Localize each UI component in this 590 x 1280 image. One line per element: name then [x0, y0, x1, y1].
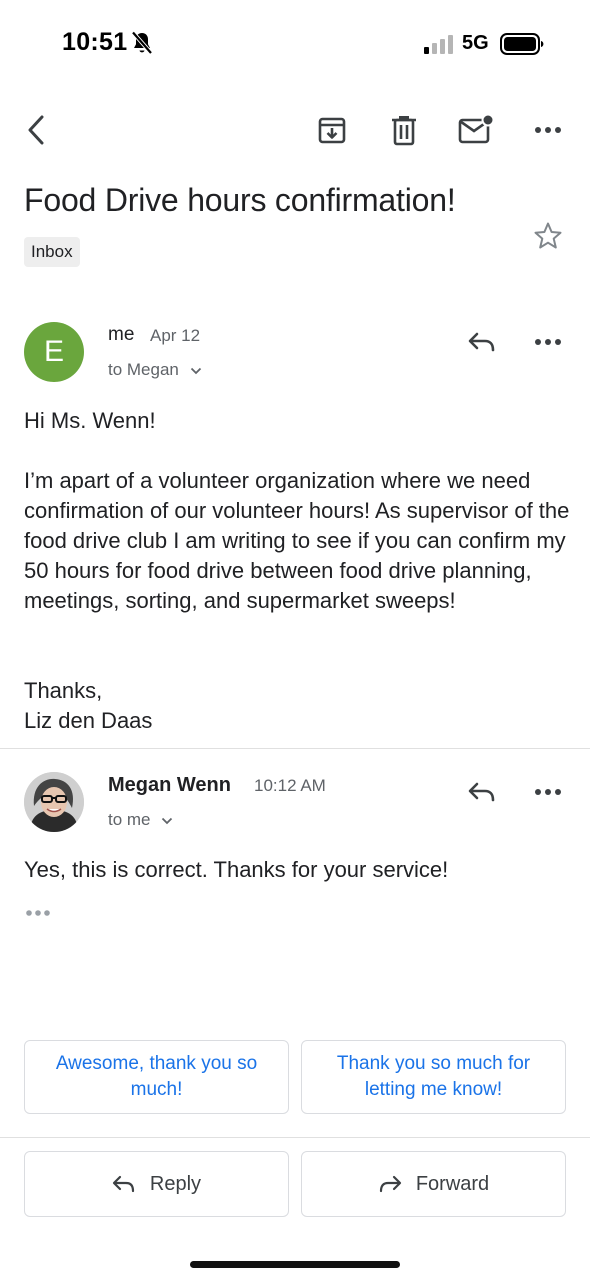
- more-options-button[interactable]: [528, 110, 568, 150]
- bell-slash-icon: [131, 31, 153, 55]
- message-date: 10:12 AM: [254, 776, 326, 795]
- chevron-down-icon: [162, 817, 173, 824]
- message-more-button[interactable]: [528, 322, 568, 362]
- avatar[interactable]: E: [24, 322, 84, 382]
- sender-name: Megan Wenn: [108, 774, 231, 796]
- mark-unread-icon: [458, 115, 494, 144]
- back-arrow-icon: [28, 115, 44, 145]
- recipients-label: to me: [108, 810, 151, 829]
- ellipsis-icon: [26, 910, 50, 916]
- message-greeting: Hi Ms. Wenn!: [24, 408, 156, 433]
- star-outline-icon: [534, 222, 562, 249]
- forward-label: Forward: [415, 1172, 490, 1195]
- inbox-label[interactable]: Inbox: [24, 237, 80, 267]
- sender-name: me: [108, 324, 135, 345]
- network-label: 5G: [462, 32, 489, 54]
- back-button[interactable]: [16, 110, 56, 150]
- reply-icon: [112, 1175, 135, 1193]
- mark-unread-button[interactable]: [456, 110, 496, 150]
- message-body: I’m apart of a volunteer organization wh…: [24, 468, 570, 613]
- reply-label: Reply: [149, 1172, 202, 1195]
- divider: [0, 1137, 590, 1138]
- avatar[interactable]: [24, 772, 84, 832]
- delete-button[interactable]: [384, 110, 424, 150]
- reply-icon: [468, 782, 495, 802]
- more-icon: [535, 339, 561, 345]
- trash-icon: [392, 116, 416, 146]
- message-signoff: Thanks,: [24, 678, 103, 703]
- profile-photo: [24, 772, 84, 832]
- chevron-down-icon: [190, 367, 201, 374]
- recipients-toggle[interactable]: to me: [108, 810, 173, 830]
- message-date: Apr 12: [150, 326, 201, 345]
- reply-icon: [468, 332, 495, 352]
- email-subject: Food Drive hours confirmation!: [24, 182, 456, 218]
- archive-button[interactable]: [312, 110, 352, 150]
- recipients-label: to Megan: [108, 360, 179, 379]
- star-button[interactable]: [530, 218, 566, 254]
- signal-icon: [424, 35, 453, 54]
- message-signature: Liz den Daas: [24, 708, 153, 733]
- forward-action-button[interactable]: Forward: [301, 1151, 566, 1217]
- divider: [0, 748, 590, 749]
- more-icon: [535, 127, 561, 133]
- reply-button[interactable]: [462, 772, 502, 812]
- home-indicator[interactable]: [190, 1261, 400, 1268]
- reply-action-button[interactable]: Reply: [24, 1151, 289, 1217]
- forward-icon: [379, 1175, 401, 1193]
- smart-reply-button[interactable]: Awesome, thank you so much!: [24, 1040, 289, 1114]
- reply-button[interactable]: [462, 322, 502, 362]
- show-trimmed-content-button[interactable]: [24, 904, 54, 922]
- message-body: Yes, this is correct. Thanks for your se…: [24, 857, 449, 882]
- archive-icon: [318, 117, 346, 144]
- status-time: 10:51: [62, 28, 128, 56]
- battery-icon: [500, 33, 544, 55]
- smart-reply-button[interactable]: Thank you so much for letting me know!: [301, 1040, 566, 1114]
- message-more-button[interactable]: [528, 772, 568, 812]
- recipients-toggle[interactable]: to Megan: [108, 360, 202, 380]
- more-icon: [535, 789, 561, 795]
